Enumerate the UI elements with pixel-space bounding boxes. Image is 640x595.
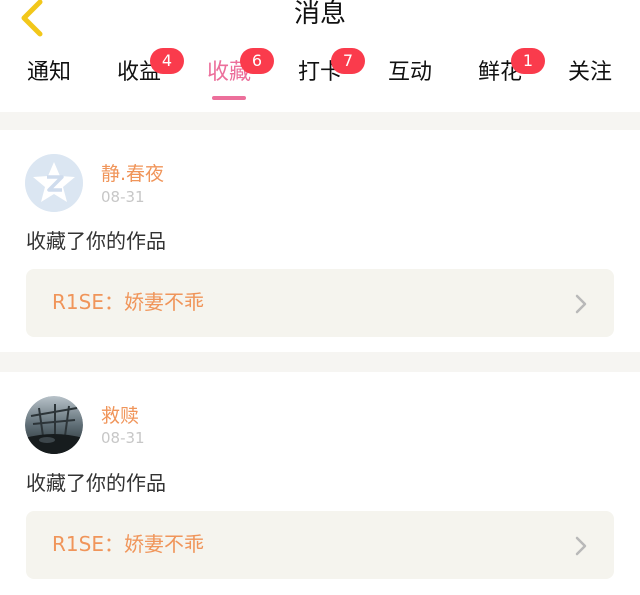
default-avatar-icon <box>25 154 83 212</box>
page-title: 消息 <box>293 0 346 29</box>
tab-notice[interactable]: 通知 <box>26 56 72 106</box>
tab-label: 通知 <box>26 60 71 85</box>
timestamp: 08-31 <box>101 429 145 447</box>
chevron-right-icon <box>575 536 587 556</box>
avatar[interactable] <box>25 396 83 454</box>
tab-earnings[interactable]: 收益 4 <box>116 48 184 106</box>
timestamp: 08-31 <box>101 188 145 206</box>
work-card[interactable]: R1SE：娇妻不乖 <box>26 511 614 579</box>
section-divider <box>0 112 640 130</box>
message-item: 救赎 08-31 收藏了你的作品 R1SE：娇妻不乖 <box>0 372 640 595</box>
photo-avatar-icon <box>25 396 83 454</box>
work-title: R1SE：娇妻不乖 <box>52 532 204 556</box>
chevron-right-icon <box>575 294 587 314</box>
tab-flowers[interactable]: 鲜花 1 <box>477 48 545 106</box>
tab-follow[interactable]: 关注 <box>567 56 613 106</box>
action-text: 收藏了你的作品 <box>26 471 166 495</box>
username[interactable]: 救赎 <box>101 404 139 428</box>
tab-label: 关注 <box>567 60 612 85</box>
message-item: 静.春夜 08-31 收藏了你的作品 R1SE：娇妻不乖 <box>0 130 640 352</box>
section-divider <box>0 352 640 372</box>
action-text: 收藏了你的作品 <box>26 229 166 253</box>
unread-badge: 4 <box>150 48 184 74</box>
nav-bar: 消息 <box>0 0 640 51</box>
tab-interaction[interactable]: 互动 <box>387 56 433 106</box>
tab-bar: 通知 收益 4 收藏 6 打卡 7 互动 鲜花 1 关注 <box>0 48 640 112</box>
work-card[interactable]: R1SE：娇妻不乖 <box>26 269 614 337</box>
work-title: R1SE：娇妻不乖 <box>52 290 204 314</box>
tab-checkin[interactable]: 打卡 7 <box>297 48 365 106</box>
avatar[interactable] <box>25 154 83 212</box>
tab-label: 互动 <box>387 60 432 85</box>
unread-badge: 7 <box>331 48 365 74</box>
unread-badge: 1 <box>511 48 545 74</box>
tab-favorites[interactable]: 收藏 6 <box>206 48 274 106</box>
unread-badge: 6 <box>240 48 274 74</box>
username[interactable]: 静.春夜 <box>101 162 164 186</box>
active-tab-indicator <box>212 96 246 100</box>
